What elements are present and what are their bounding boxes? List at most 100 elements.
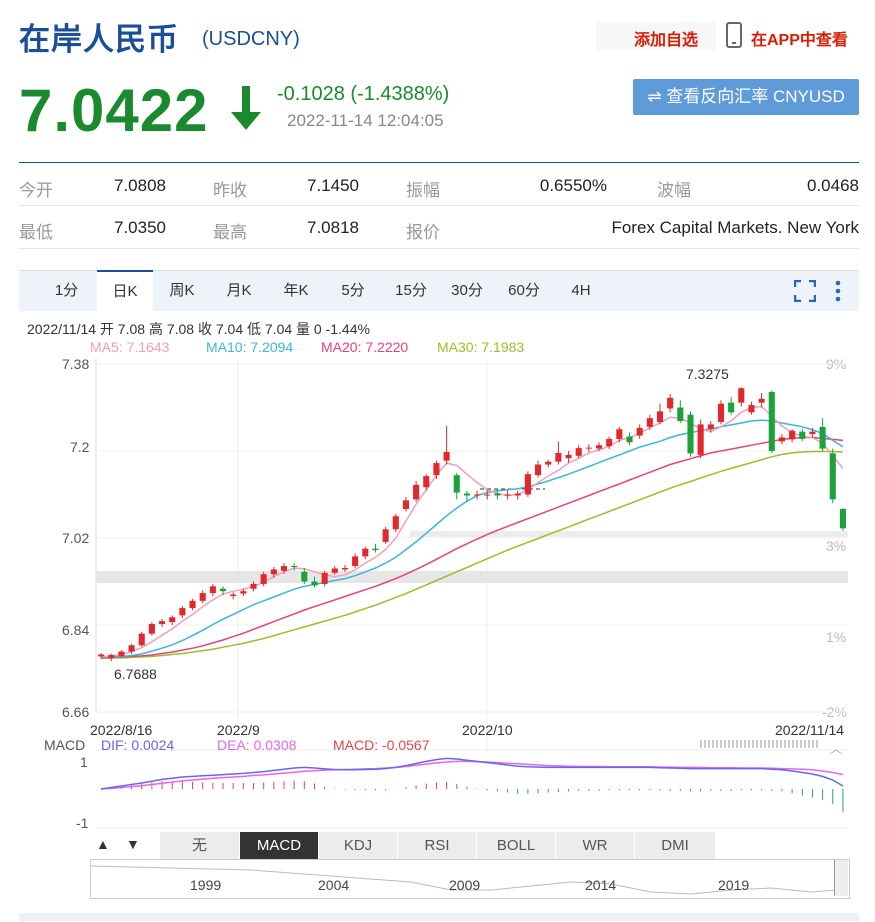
candle bbox=[138, 633, 145, 646]
candle bbox=[240, 591, 247, 594]
candle bbox=[524, 474, 531, 495]
candle bbox=[778, 437, 785, 442]
candle bbox=[108, 654, 115, 659]
candle bbox=[677, 407, 684, 422]
candle bbox=[799, 431, 806, 439]
navigator-year: 1999 bbox=[190, 877, 222, 893]
candle bbox=[535, 464, 542, 476]
tab-wr[interactable]: WR bbox=[556, 832, 635, 859]
candle bbox=[199, 593, 206, 601]
candle bbox=[230, 594, 237, 596]
candle bbox=[768, 392, 775, 451]
candle bbox=[565, 454, 572, 459]
candle bbox=[575, 448, 582, 456]
tab-boll[interactable]: BOLL bbox=[477, 832, 556, 859]
candle bbox=[707, 424, 714, 430]
candle bbox=[484, 494, 491, 496]
chevron-up-icon[interactable]: ︿ bbox=[830, 740, 842, 757]
navigator-year: 2004 bbox=[318, 877, 350, 893]
candle bbox=[789, 430, 796, 440]
candle bbox=[819, 426, 826, 449]
candle bbox=[219, 588, 227, 592]
arrow-up-button[interactable]: ▲ bbox=[96, 836, 110, 852]
candle bbox=[453, 475, 460, 493]
candle bbox=[433, 463, 440, 476]
candle bbox=[331, 568, 338, 573]
arrow-down-button[interactable]: ▼ bbox=[126, 836, 140, 852]
x-tick: 2022/11/14 bbox=[775, 722, 845, 738]
macd-y-tick: 1 bbox=[80, 754, 88, 770]
tab-rsi[interactable]: RSI bbox=[398, 832, 477, 859]
candle bbox=[159, 621, 166, 625]
dif-legend: DIF: 0.0024 bbox=[101, 737, 175, 753]
macd-legend: MACD: -0.0567 bbox=[333, 737, 430, 753]
macd-y-tick: -1 bbox=[76, 815, 89, 831]
candle bbox=[280, 566, 288, 571]
min-price-label: 6.7688 bbox=[114, 666, 157, 682]
x-tick: 2022/8/16 bbox=[90, 722, 153, 738]
navigator-year: 2019 bbox=[718, 877, 750, 893]
candlestick-chart bbox=[95, 358, 848, 829]
candle bbox=[809, 431, 816, 435]
candle bbox=[189, 600, 196, 609]
candle bbox=[504, 494, 511, 496]
footer-bar bbox=[19, 913, 859, 921]
candle bbox=[595, 445, 603, 449]
candle bbox=[209, 586, 216, 594]
macd-legend-title: MACD bbox=[44, 737, 86, 753]
tab-none[interactable]: 无 bbox=[160, 832, 240, 859]
candle bbox=[728, 402, 735, 413]
candle bbox=[646, 418, 653, 427]
ma10-line bbox=[101, 419, 844, 659]
candle bbox=[118, 651, 125, 656]
candle bbox=[494, 493, 501, 496]
candle bbox=[616, 429, 623, 439]
reference-band bbox=[96, 571, 848, 583]
candle bbox=[341, 567, 349, 570]
candle bbox=[697, 424, 704, 455]
candle bbox=[829, 453, 836, 500]
candle bbox=[179, 608, 186, 616]
candle bbox=[667, 397, 674, 409]
candle bbox=[656, 411, 664, 422]
candle bbox=[758, 398, 765, 403]
ma30-line bbox=[101, 450, 843, 660]
candle bbox=[748, 405, 755, 413]
candle bbox=[250, 583, 257, 589]
candle bbox=[402, 500, 409, 509]
candle bbox=[98, 654, 105, 657]
candle bbox=[463, 493, 470, 496]
indicator-tabs: 无 MACD KDJ RSI BOLL WR DMI bbox=[160, 832, 716, 859]
candle bbox=[382, 529, 389, 542]
candle bbox=[169, 617, 176, 623]
candle bbox=[474, 494, 481, 496]
candle bbox=[555, 452, 562, 462]
tab-dmi[interactable]: DMI bbox=[635, 832, 716, 859]
candle bbox=[352, 556, 359, 567]
candle bbox=[626, 436, 633, 443]
candle bbox=[423, 476, 430, 488]
candle bbox=[311, 581, 318, 586]
candle bbox=[636, 427, 643, 436]
candle bbox=[514, 493, 521, 496]
max-price-label: 7.3275 bbox=[686, 366, 729, 382]
candle bbox=[413, 484, 420, 500]
navigator-handle[interactable] bbox=[834, 860, 848, 896]
candle bbox=[301, 571, 308, 582]
reference-band bbox=[410, 531, 848, 537]
navigator-year: 2009 bbox=[449, 877, 481, 893]
navigator-year: 2014 bbox=[585, 877, 617, 893]
tab-kdj[interactable]: KDJ bbox=[319, 832, 398, 859]
candle bbox=[839, 509, 846, 529]
candle bbox=[148, 624, 155, 634]
candle bbox=[362, 548, 369, 557]
candle bbox=[687, 414, 694, 454]
scroll-dots bbox=[700, 740, 820, 748]
candle bbox=[321, 572, 328, 584]
tab-macd[interactable]: MACD bbox=[240, 832, 319, 859]
candle bbox=[372, 548, 379, 551]
candle bbox=[443, 451, 450, 461]
dea-legend: DEA: 0.0308 bbox=[217, 737, 297, 753]
x-tick: 2022/9 bbox=[217, 722, 260, 738]
candle bbox=[291, 566, 298, 568]
